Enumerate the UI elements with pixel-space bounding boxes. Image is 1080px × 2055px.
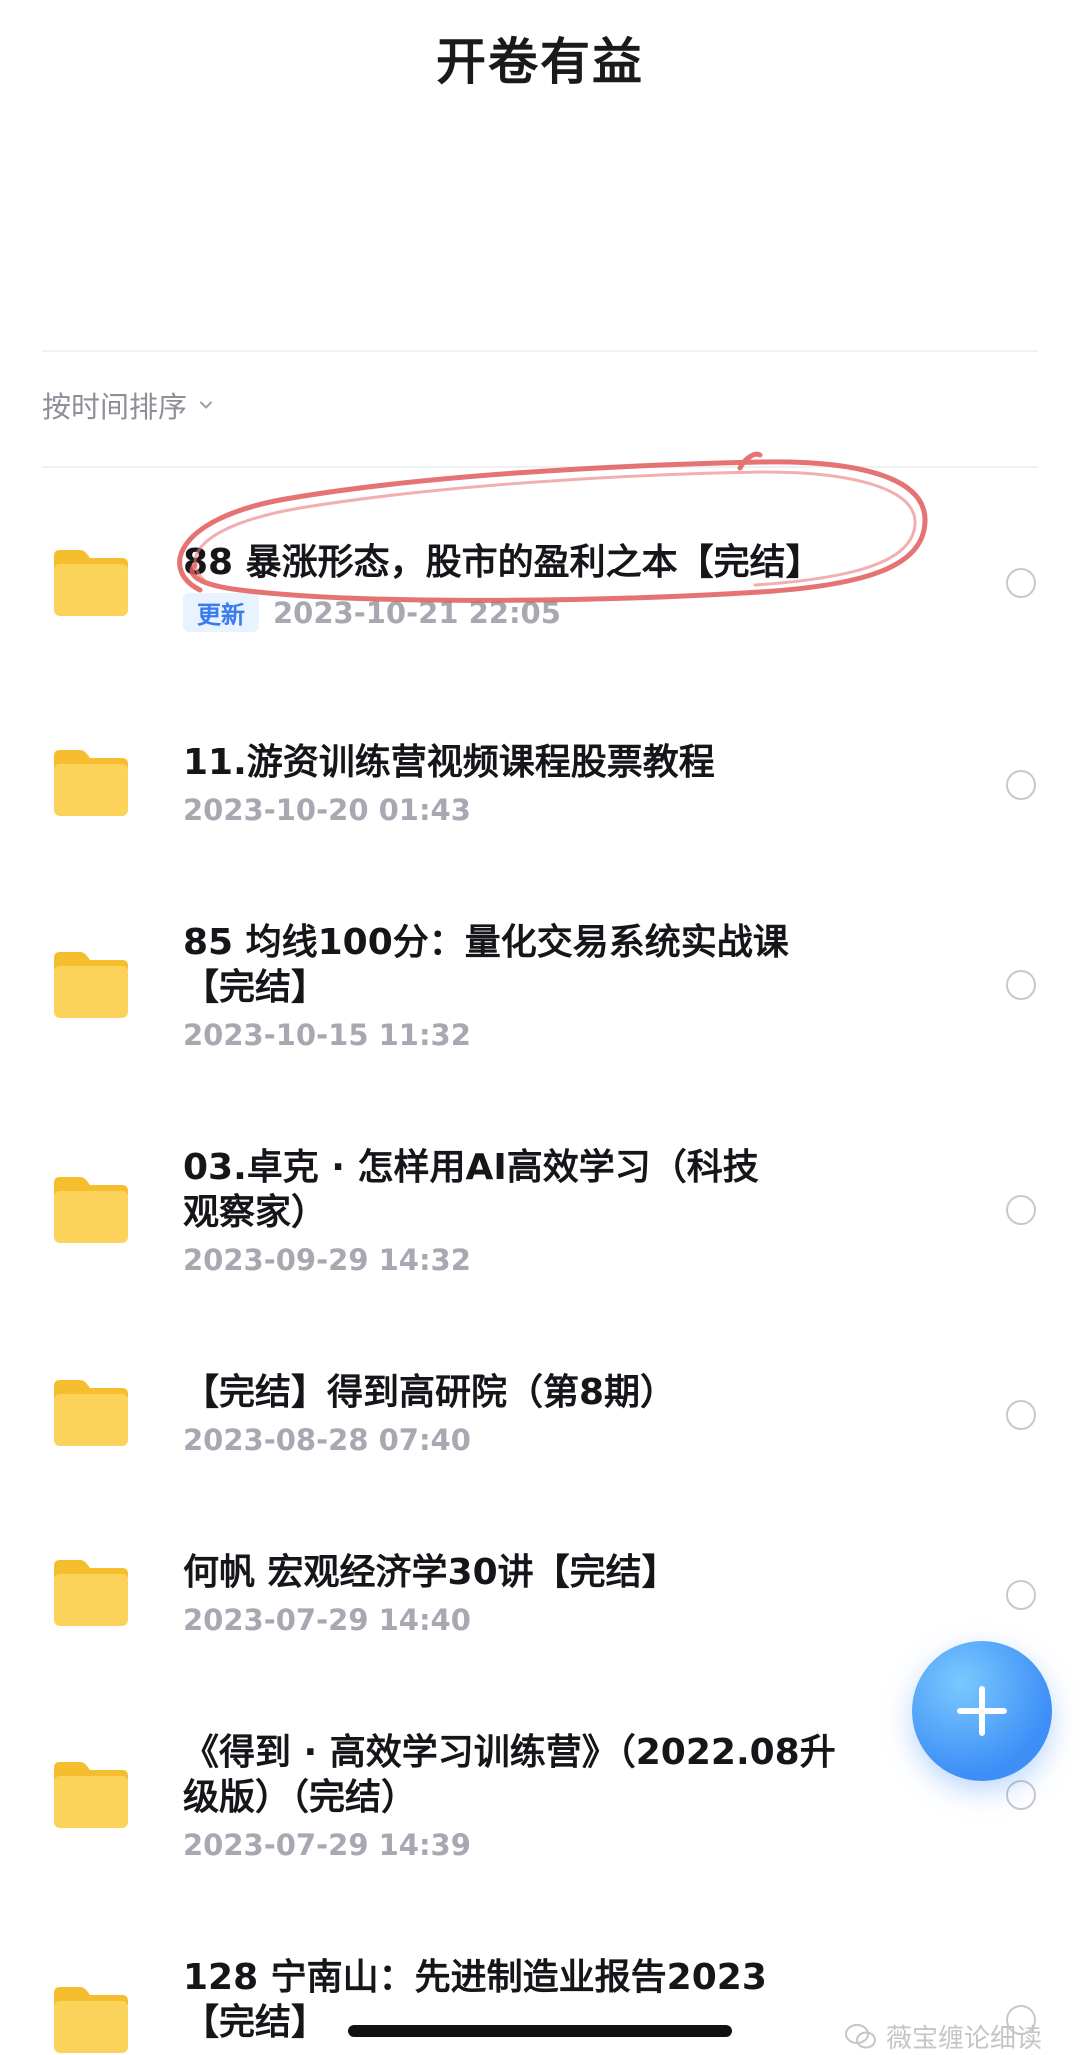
folder-icon [54, 1177, 128, 1243]
folder-icon [54, 1987, 128, 2053]
chevron-down-icon [200, 401, 213, 409]
item-date: 2023-10-15 11:32 [183, 1018, 471, 1052]
item-date: 2023-07-29 14:40 [183, 1603, 471, 1637]
item-title: 88 暴涨形态，股市的盈利之本【完结】 [183, 542, 822, 583]
item-date: 2023-08-28 07:40 [183, 1423, 471, 1457]
watermark-text: 薇宝缠论细读 [885, 2024, 1042, 2054]
item-date: 2023-10-20 01:43 [183, 793, 471, 827]
item-title: 11.游资训练营视频课程股票教程 [183, 742, 715, 783]
folder-icon [54, 1380, 128, 1446]
item-title: 03.卓克 · 怎样用AI高效学习（科技 观察家） [183, 1147, 759, 1233]
folder-icon [54, 550, 128, 616]
item-title: 【完结】得到高研院（第8期） [183, 1372, 677, 1413]
plus-icon [957, 1686, 1007, 1736]
select-checkbox[interactable] [1006, 568, 1036, 598]
add-button[interactable] [912, 1641, 1052, 1781]
item-title: 85 均线100分：量化交易系统实战课 【完结】 [183, 922, 789, 1008]
sort-divider [42, 466, 1038, 468]
select-checkbox[interactable] [1006, 1195, 1036, 1225]
select-checkbox[interactable] [1006, 1400, 1036, 1430]
folder-icon [54, 1762, 128, 1828]
select-checkbox[interactable] [1006, 770, 1036, 800]
sort-label: 按时间排序 [42, 390, 188, 424]
item-date: 2023-10-21 22:05 [273, 595, 561, 630]
sort-selector[interactable]: 按时间排序 [42, 384, 213, 426]
header-divider [42, 350, 1038, 352]
folder-icon [54, 750, 128, 816]
update-badge: 更新 [183, 593, 259, 632]
item-title: 《得到 · 高效学习训练营》（2022.08升 级版）（完结） [183, 1732, 836, 1818]
home-indicator [348, 2025, 732, 2037]
watermark: 薇宝缠论细读 [844, 2018, 1042, 2055]
select-checkbox[interactable] [1006, 1580, 1036, 1610]
folder-icon [54, 952, 128, 1018]
folder-icon [54, 1560, 128, 1626]
item-date: 2023-09-29 14:32 [183, 1243, 471, 1277]
select-checkbox[interactable] [1006, 970, 1036, 1000]
item-title: 何帆 宏观经济学30讲【完结】 [183, 1552, 678, 1593]
page-title: 开卷有益 [436, 33, 644, 91]
item-date: 2023-07-29 14:39 [183, 1828, 471, 1862]
select-checkbox[interactable] [1006, 1780, 1036, 1810]
wechat-icon [844, 2023, 876, 2048]
